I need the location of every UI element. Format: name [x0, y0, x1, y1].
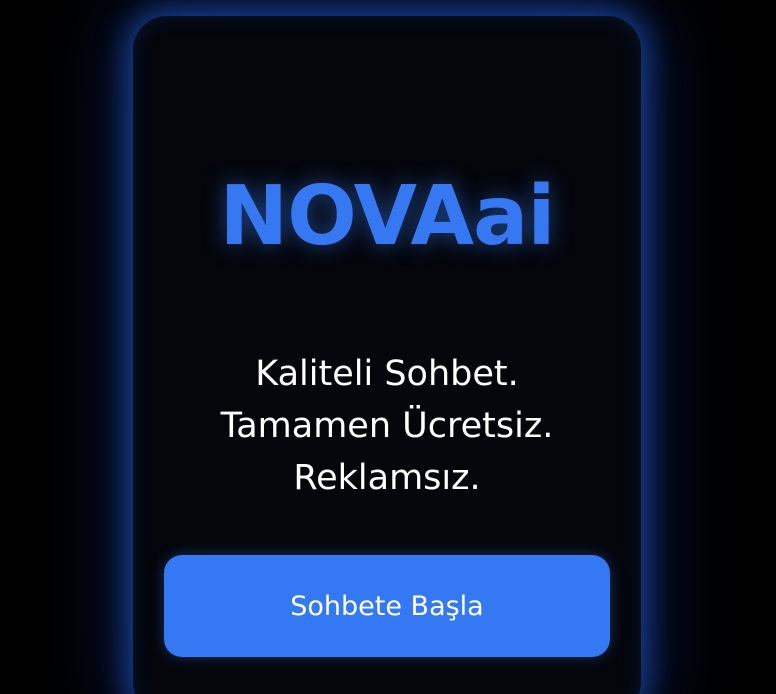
start-chat-button[interactable]: Sohbete Başla	[164, 555, 610, 657]
tagline-line-1: Kaliteli Sohbet.	[255, 354, 519, 394]
welcome-screen: NOVAai Kaliteli Sohbet. Tamamen Ücretsiz…	[0, 0, 776, 694]
start-chat-button-label: Sohbete Başla	[290, 590, 484, 622]
app-logo: NOVAai	[219, 169, 556, 264]
tagline-line-2: Tamamen Ücretsiz.	[220, 406, 554, 446]
tagline: Kaliteli Sohbet. Tamamen Ücretsiz. Rekla…	[133, 348, 641, 504]
tagline-line-3: Reklamsız.	[293, 458, 481, 498]
welcome-card: NOVAai Kaliteli Sohbet. Tamamen Ücretsiz…	[133, 16, 641, 694]
